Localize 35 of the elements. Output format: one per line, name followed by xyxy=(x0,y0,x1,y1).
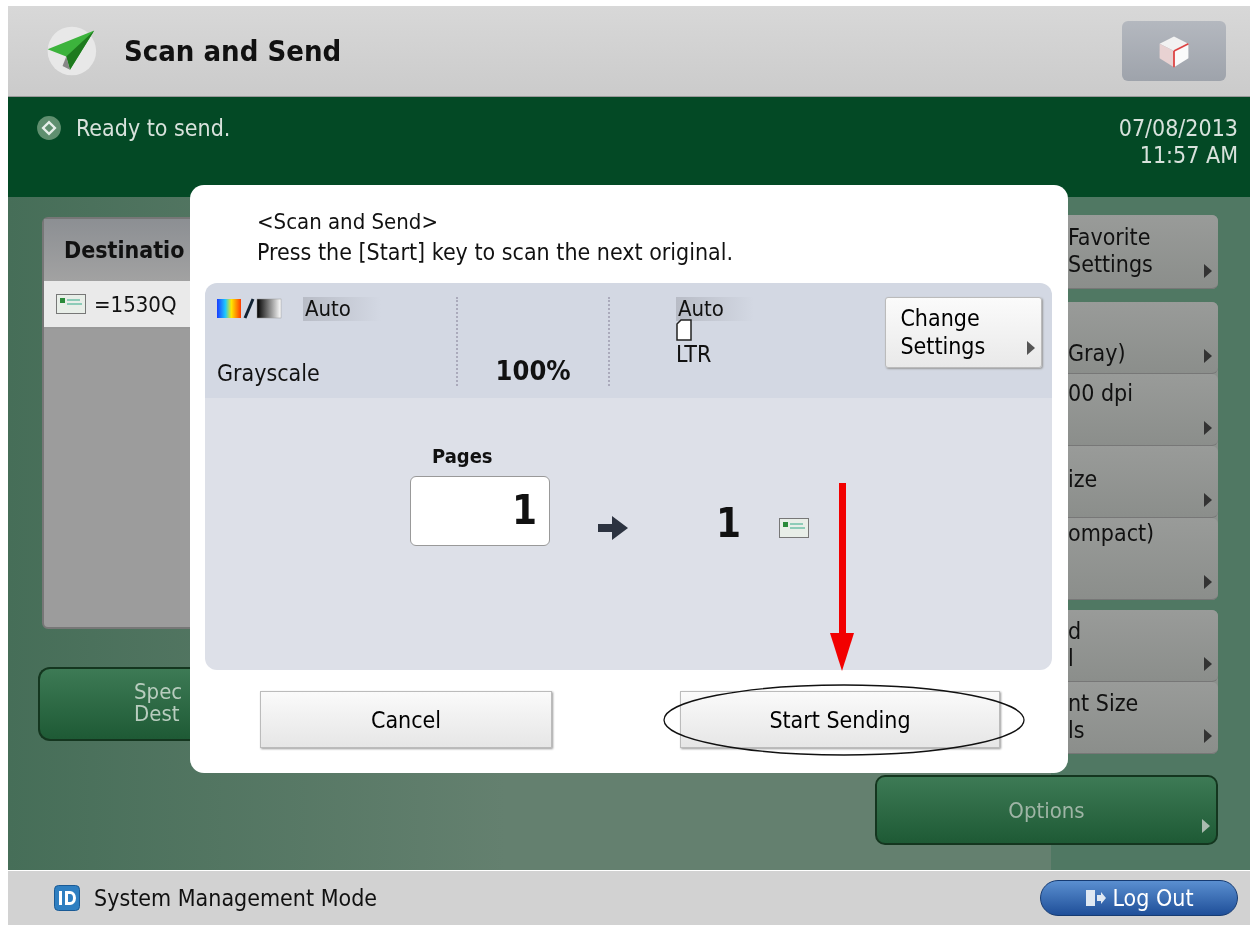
mode-label: System Management Mode xyxy=(94,885,378,911)
status-message: Ready to send. xyxy=(76,115,231,141)
right-arrow-icon xyxy=(598,516,628,540)
log-out-button[interactable]: Log Out xyxy=(1040,880,1238,916)
setting-button[interactable]: d l xyxy=(1068,610,1218,682)
ratio-text: 100% xyxy=(495,355,571,386)
destination-heading: Destinatio xyxy=(44,219,190,281)
change-settings-button[interactable]: Change Settings xyxy=(885,297,1042,368)
cube-button[interactable] xyxy=(1122,21,1226,81)
setting-button[interactable]: Favorite Settings xyxy=(1068,215,1218,289)
setting-button[interactable]: ize xyxy=(1068,446,1218,518)
fax-icon xyxy=(779,518,810,538)
exit-door-icon xyxy=(1084,888,1107,908)
destination-entry[interactable]: =1530Q xyxy=(44,281,190,329)
setting-button[interactable]: ompact) xyxy=(1068,518,1218,600)
specify-destination-button[interactable]: Spec Dest xyxy=(38,667,192,741)
dialog-title: <Scan and Send> xyxy=(256,208,439,236)
fax-icon xyxy=(56,294,86,314)
setting-button[interactable]: nt Size ls xyxy=(1068,682,1218,754)
paper-size-text: LTR xyxy=(675,341,712,367)
dialog-message: Press the [Start] key to scan the next original. xyxy=(256,238,735,267)
cancel-button[interactable]: Cancel xyxy=(260,691,552,748)
app-title: Scan and Send xyxy=(124,34,342,68)
setting-button[interactable]: Gray) xyxy=(1068,302,1218,374)
page-icon xyxy=(675,319,692,341)
id-icon xyxy=(54,885,80,911)
sent-count: 1 xyxy=(716,500,742,546)
pages-label: Pages xyxy=(431,444,493,468)
start-sending-button[interactable]: Start Sending xyxy=(680,691,1000,748)
date-text: 07/08/2013 xyxy=(1118,115,1238,142)
time-text: 11:57 AM xyxy=(1139,142,1238,169)
setting-button[interactable]: 00 dpi xyxy=(1068,374,1218,446)
status-icon xyxy=(36,115,62,141)
color-mode-text: Grayscale xyxy=(217,360,321,386)
pages-field: 1 xyxy=(410,476,550,546)
